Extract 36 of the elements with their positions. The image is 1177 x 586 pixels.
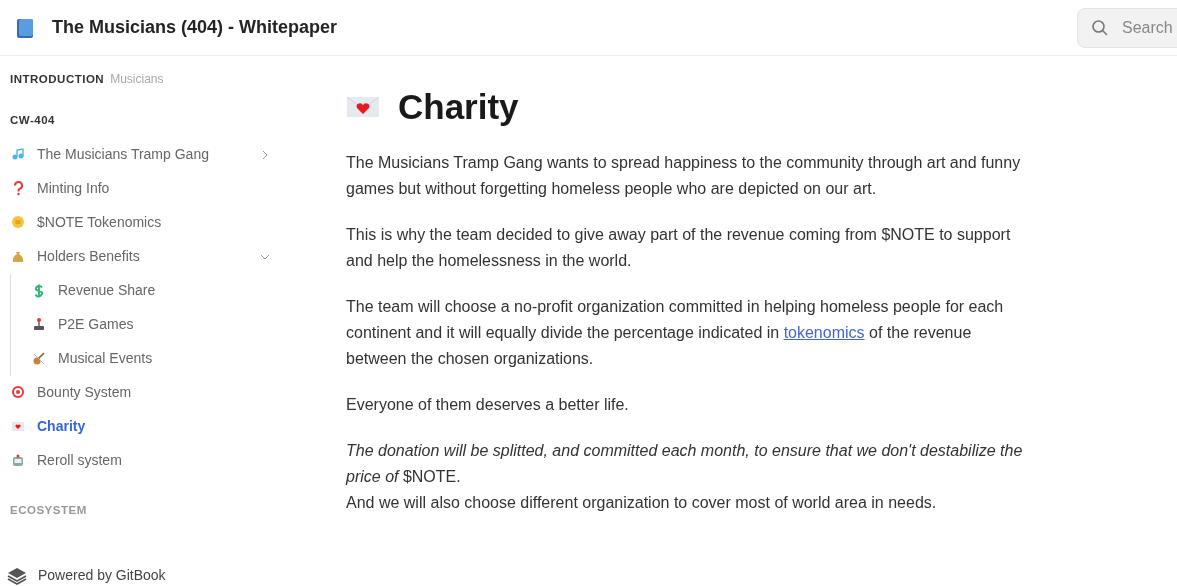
layers-icon [6, 565, 28, 586]
coin-icon [11, 215, 25, 230]
nav-item[interactable]: Musical Events [31, 341, 280, 376]
section-heading: ECOSYSTEM [10, 502, 87, 518]
nav-item[interactable]: Bounty System [10, 375, 280, 410]
slot-machine-icon [11, 453, 25, 468]
paragraph: And we will also choose different organization to cover most of world area in needs. [346, 493, 938, 513]
paragraph: The Musicians Tramp Gang wants to spread happiness to the community through art and funny games but without forgetting homeless people who are depicted on our art. [346, 153, 1022, 199]
search-field[interactable]: Search [1077, 7, 1177, 48]
tokenomics-link[interactable]: tokenomics [783, 324, 865, 341]
section-heading: CW-404 [10, 113, 55, 129]
target-icon [11, 385, 25, 400]
nav-item[interactable]: Revenue Share [31, 273, 280, 308]
dollar-icon [32, 283, 46, 298]
faded-text: Musicians [110, 71, 164, 88]
notes-icon [11, 147, 25, 162]
paragraph: The donation will be splitted, and committed each month, to ensure that we don't destabilize the price of $NOTE. [346, 441, 1024, 487]
joystick-icon [32, 317, 46, 332]
powered-by-link[interactable]: Powered by GitBook [38, 565, 166, 586]
nav-item[interactable]: Holders Benefits [10, 239, 280, 274]
section-heading: INTRODUCTION [10, 72, 105, 87]
paragraph: The team will choose a no-profit organization committed in helping homeless people for each continent and it will equally divide the percentage indicated in tokenomics of the revenue between the chosen organizations. [346, 297, 1005, 369]
page-title: Charity [398, 86, 519, 128]
nav-item[interactable]: Reroll system [10, 443, 280, 478]
money-bag-icon [11, 249, 25, 264]
nav-item[interactable]: Minting Info [10, 171, 280, 206]
question-icon [11, 181, 25, 196]
paragraph: This is why the team decided to give away part of the revenue coming from $NOTE to support and help the homelessness in the world. [346, 225, 1012, 271]
violin-icon [32, 351, 46, 366]
site-title: The Musicians (404) - Whitepaper [52, 16, 338, 39]
nav-item[interactable]: Charity [10, 409, 280, 444]
nav-item[interactable]: P2E Games [31, 307, 280, 342]
nav-item[interactable]: $NOTE Tokenomics [10, 205, 280, 240]
paragraph: Everyone of them deserves a better life. [346, 395, 630, 415]
nav-item[interactable]: The Musicians Tramp Gang [10, 137, 280, 172]
book-icon [14, 16, 36, 39]
